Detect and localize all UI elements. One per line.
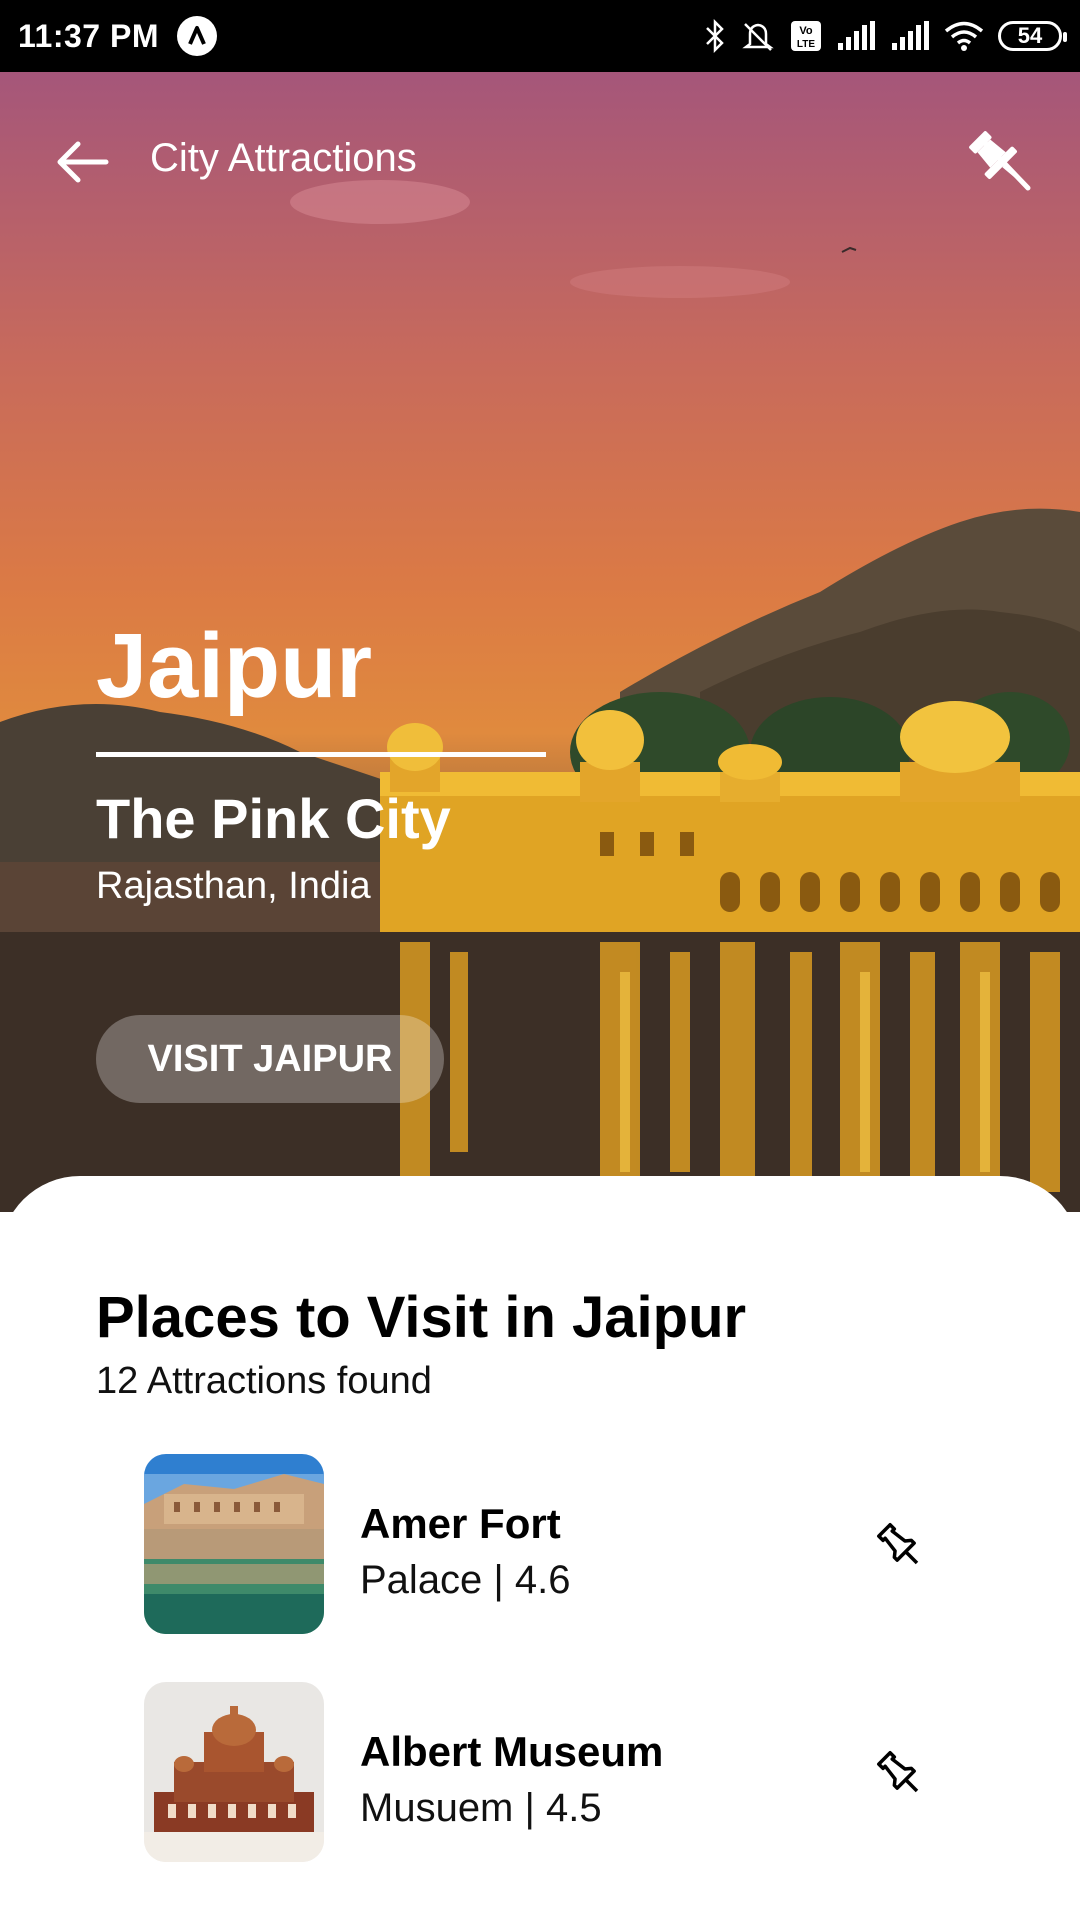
place-meta: Musuem | 4.5 [360,1786,602,1830]
section-title: Places to Visit in Jaipur [96,1285,747,1350]
visit-button[interactable]: VISIT JAIPUR [96,1015,444,1103]
attractions-sheet: Places to Visit in Jaipur 12 Attractions… [0,1176,1080,1920]
place-name: Albert Museum [360,1728,664,1775]
svg-text:Vo: Vo [799,25,813,37]
place-meta: Palace | 4.6 [360,1558,571,1602]
city-region: Rajasthan, India [96,865,371,907]
bluetooth-icon [706,19,724,53]
status-bar: 11:37 PM Vo LTE 54 [0,0,1080,72]
signal-icon [838,21,875,50]
pin-icon[interactable] [872,1746,928,1802]
screen-title: City Attractions [150,136,417,180]
back-arrow-icon[interactable] [52,132,112,192]
list-item[interactable]: Amer Fort Palace | 4.6 [144,1454,964,1634]
app-bar: City Attractions [0,72,1080,252]
pin-icon[interactable] [962,124,1034,196]
signal-icon [892,21,929,50]
battery-icon: 54 [998,21,1067,51]
place-name: Amer Fort [360,1500,561,1547]
volte-icon: Vo LTE [791,21,821,51]
place-thumbnail [144,1454,324,1634]
mute-icon [742,23,774,51]
wifi-icon [944,21,984,51]
svg-text:LTE: LTE [797,39,815,50]
divider [96,752,546,757]
hero-info: Jaipur The Pink City Rajasthan, India [96,620,546,908]
attractions-count: 12 Attractions found [96,1360,432,1402]
list-item[interactable]: Albert Museum Musuem | 4.5 [144,1682,964,1862]
city-nickname: The Pink City [96,787,451,850]
city-name: Jaipur [96,615,373,717]
status-time: 11:37 PM [18,17,159,54]
place-thumbnail [144,1682,324,1862]
app-icon [176,16,217,56]
pin-icon[interactable] [872,1518,928,1574]
status-icons: Vo LTE 54 [704,18,1067,54]
battery-level: 54 [1017,23,1043,48]
